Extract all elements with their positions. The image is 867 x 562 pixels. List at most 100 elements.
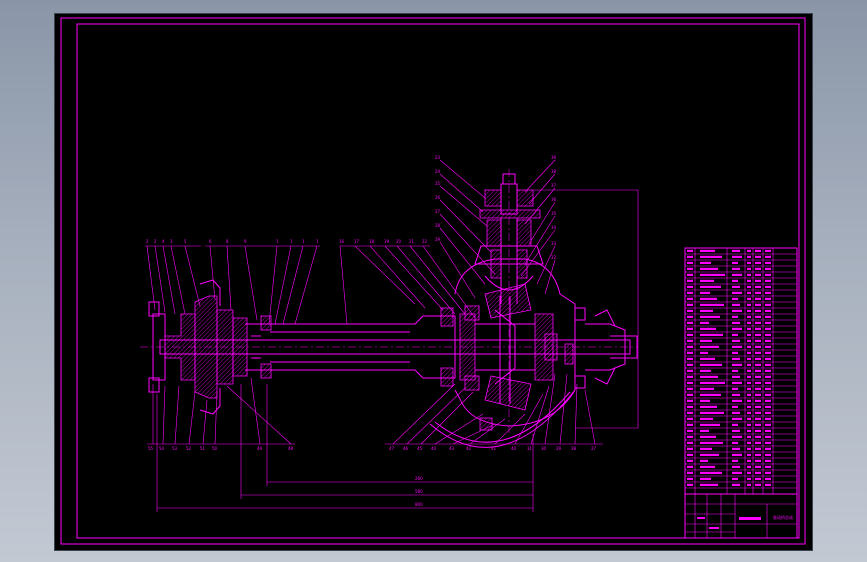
bom-cell-text [765, 357, 771, 360]
bom-cell-text [732, 351, 738, 354]
svg-text:1: 1 [276, 239, 279, 244]
bom-cell-text [732, 339, 740, 342]
bom-cell-text [732, 453, 742, 456]
bom-cell-text [700, 297, 717, 300]
svg-text:19: 19 [384, 239, 390, 244]
bom-cell-text [732, 303, 740, 306]
bom-cell-text [765, 447, 771, 450]
bom-cell-text [765, 375, 771, 378]
bom-cell-text [747, 279, 751, 282]
bom-cell-text [700, 327, 716, 330]
bom-cell-text [755, 273, 761, 276]
bom-cell-text [765, 405, 771, 408]
bom-cell-text [687, 393, 693, 396]
bom-cell-text [755, 369, 761, 372]
bom-cell-text [765, 471, 771, 474]
svg-text:49: 49 [257, 446, 263, 451]
bom-cell-text [687, 303, 693, 306]
bom-cell-text [765, 399, 771, 402]
svg-text:3: 3 [170, 239, 173, 244]
svg-text:32: 32 [551, 255, 557, 260]
bom-cell-text [765, 249, 771, 252]
svg-text:31: 31 [527, 446, 533, 451]
bom-cell-text [700, 303, 724, 306]
axle-assembly-section: 224 356 891 111 16 17 18 19 20 21 22 232425 … [140, 155, 639, 512]
bom-cell-text [747, 339, 751, 342]
bom-cell-text [747, 363, 751, 366]
bom-cell-text [765, 261, 771, 264]
svg-text:1: 1 [302, 239, 305, 244]
bom-cell-text [747, 315, 751, 318]
bom-cell-text [747, 357, 751, 360]
svg-text:1: 1 [290, 239, 293, 244]
bom-cell-text [765, 387, 771, 390]
bom-cell-text [755, 321, 761, 324]
bom-cell-text [747, 285, 751, 288]
bom-cell-text [755, 387, 761, 390]
bom-cell-text [747, 291, 751, 294]
bom-cell-text [747, 483, 751, 486]
bom-cell-text [732, 249, 740, 252]
svg-text:39: 39 [551, 155, 557, 160]
bom-cell-text [732, 477, 738, 480]
bom-cell-text [755, 309, 761, 312]
bom-cell-text [732, 423, 738, 426]
bom-cell-text [687, 261, 693, 264]
bom-cell-text [687, 309, 693, 312]
svg-text:48: 48 [288, 446, 294, 451]
bom-cell-text [687, 423, 693, 426]
bom-cell-text [765, 363, 771, 366]
svg-text:55: 55 [148, 446, 154, 451]
bom-cell-text [732, 447, 740, 450]
bom-cell-text [732, 471, 742, 474]
bom-cell-text [747, 267, 751, 270]
bom-cell-text [700, 291, 710, 294]
bom-cell-text [747, 249, 751, 252]
bom-cell-text [747, 435, 751, 438]
svg-text:22: 22 [422, 239, 428, 244]
bom-cell-text [765, 417, 771, 420]
bom-cell-text [700, 381, 725, 384]
bom-cell-text [700, 369, 711, 372]
bom-cell-text [732, 321, 740, 324]
bom-cell-text [755, 483, 761, 486]
bom-cell-text [755, 261, 761, 264]
bom-cell-text [765, 321, 771, 324]
bom-cell-text [700, 345, 719, 348]
drawing-title: 驱动桥总成 [773, 514, 793, 520]
bom-cell-text [732, 465, 740, 468]
bom-cell-text [732, 387, 738, 390]
title-block: 驱动桥总成 [684, 493, 798, 539]
cad-drawing-viewport[interactable]: 224 356 891 111 16 17 18 19 20 21 22 23 24 25 … [55, 14, 812, 550]
bom-cell-text [765, 441, 771, 444]
bom-cell-text [700, 471, 722, 474]
svg-text:29: 29 [435, 237, 441, 242]
bom-cell-text [700, 423, 720, 426]
bom-cell-text [732, 459, 738, 462]
svg-text:23: 23 [435, 155, 441, 160]
bom-cell-text [732, 333, 738, 336]
svg-text:54: 54 [159, 446, 165, 451]
bom-cell-text [765, 273, 771, 276]
bom-cell-text [700, 375, 718, 378]
bom-cell-text [765, 297, 771, 300]
svg-text:46: 46 [403, 446, 409, 451]
bom-cell-text [732, 417, 742, 420]
bom-cell-text [755, 399, 761, 402]
svg-text:44: 44 [431, 446, 437, 451]
bom-cell-text [732, 357, 740, 360]
bom-cell-text [765, 483, 771, 486]
bom-cell-text [687, 345, 693, 348]
bom-cell-text [765, 477, 771, 480]
bom-cell-text [747, 405, 751, 408]
dimension-3: 800 [415, 502, 423, 507]
dimension-2: 580 [415, 489, 423, 494]
bom-cell-text [700, 255, 722, 258]
bom-cell-text [687, 249, 693, 252]
bom-cell-text [732, 261, 738, 264]
bom-cell-text [732, 429, 740, 432]
bom-cell-text [700, 429, 709, 432]
bom-cell-text [765, 291, 771, 294]
bom-cell-text [747, 321, 751, 324]
bom-cell-text [687, 273, 693, 276]
